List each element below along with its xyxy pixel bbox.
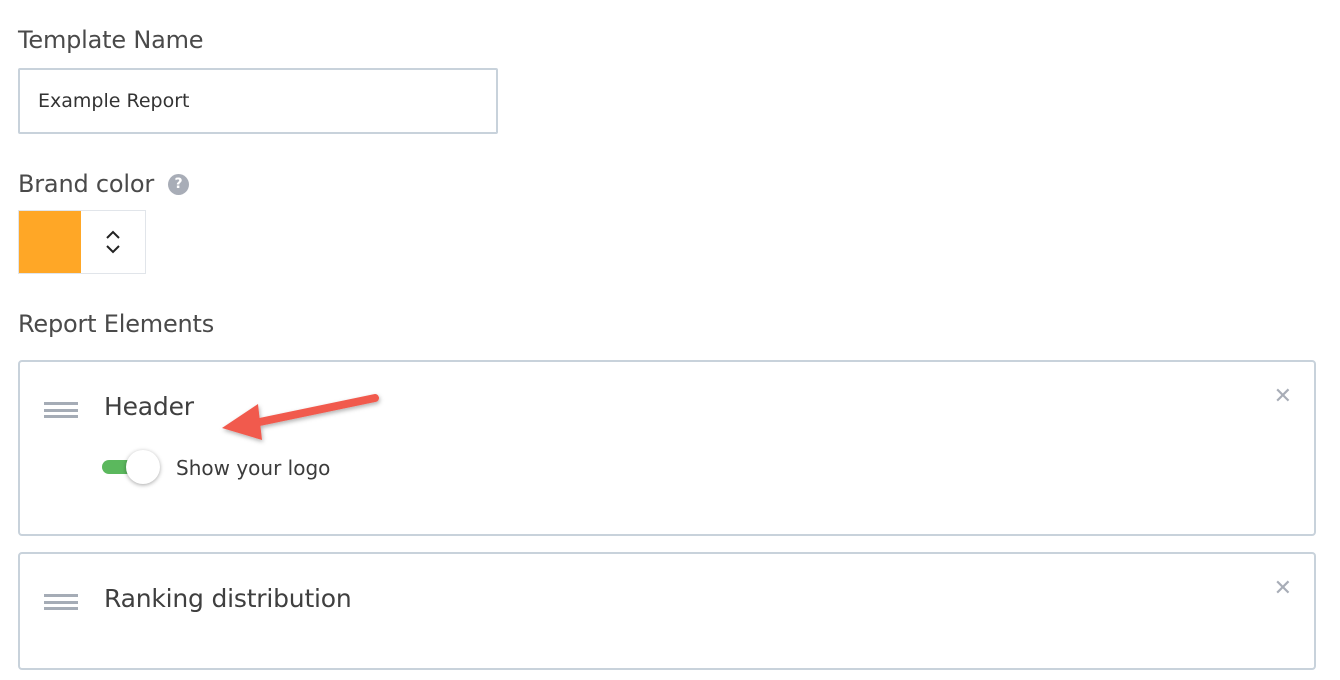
color-swatch[interactable] (19, 211, 81, 273)
chevron-up-down-icon[interactable] (81, 211, 145, 273)
toggle-label: Show your logo (176, 456, 331, 480)
report-element-card-ranking: Ranking distribution ✕ (18, 552, 1316, 670)
report-elements-label: Report Elements (18, 310, 215, 338)
template-name-label: Template Name (18, 26, 204, 54)
close-icon[interactable]: ✕ (1274, 386, 1292, 408)
brand-color-label: Brand color (18, 170, 155, 198)
drag-handle-icon[interactable] (44, 594, 78, 610)
show-logo-toggle[interactable] (102, 450, 164, 488)
question-mark-icon[interactable]: ? (168, 173, 190, 195)
report-element-card-header: Header ✕ Show your logo (18, 360, 1316, 536)
template-name-input[interactable] (18, 68, 498, 134)
brand-color-picker[interactable] (18, 210, 146, 274)
card-title: Header (104, 392, 194, 421)
toggle-knob (126, 450, 160, 484)
close-icon[interactable]: ✕ (1274, 578, 1292, 600)
brand-color-label-row: Brand color ? (18, 170, 190, 198)
card-title: Ranking distribution (104, 584, 352, 613)
drag-handle-icon[interactable] (44, 402, 78, 418)
